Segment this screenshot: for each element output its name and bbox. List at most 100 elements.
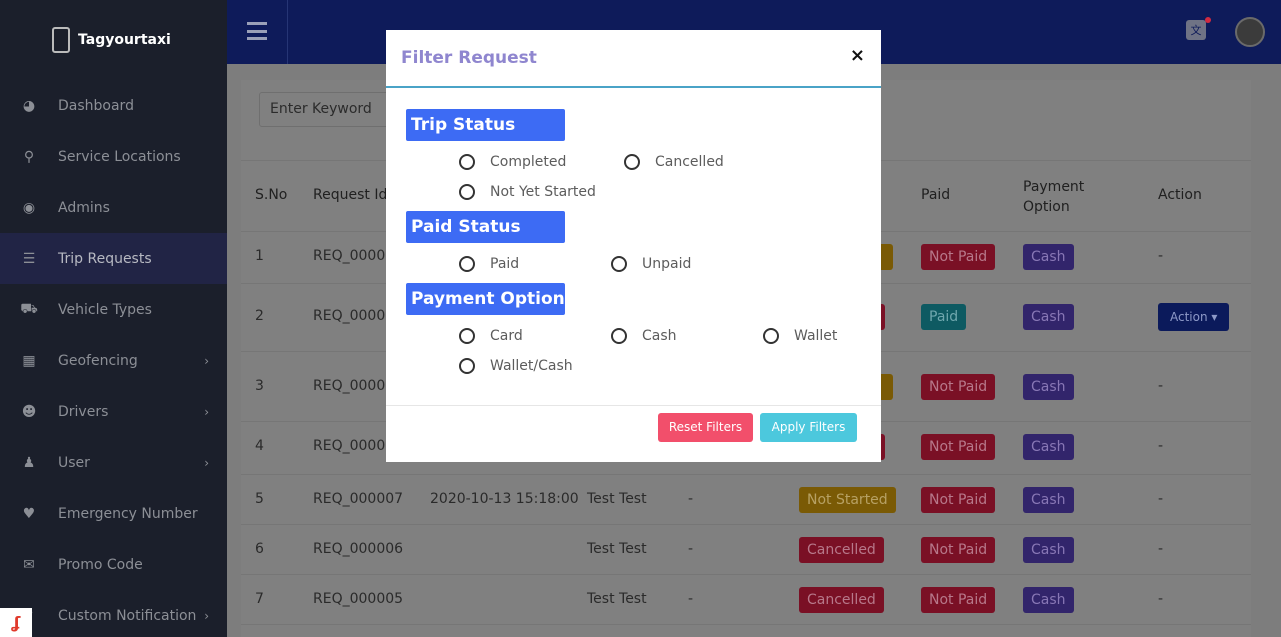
user-circle-icon: ◉ xyxy=(22,199,36,216)
sidebar-item-admins[interactable]: ◉ Admins xyxy=(0,182,227,233)
user-avatar[interactable] xyxy=(1235,17,1265,47)
chevron-right-icon: › xyxy=(204,608,209,623)
action-dropdown-button[interactable]: Action ▾ xyxy=(1158,303,1230,331)
chevron-right-icon: › xyxy=(204,455,209,470)
radio-wallet[interactable]: Wallet xyxy=(763,328,837,344)
cell-sno: 6 xyxy=(255,541,264,557)
cell-request-id: REQ_0000 xyxy=(313,308,386,324)
brand-name: Tagyourtaxi xyxy=(78,32,171,48)
cell-request-id: REQ_0000 xyxy=(313,378,386,394)
reset-filters-button[interactable]: Reset Filters xyxy=(658,413,753,442)
header-action: Action xyxy=(1158,187,1202,203)
radio-circle[interactable] xyxy=(459,328,475,344)
map-icon: ▦ xyxy=(22,352,36,369)
cell-sno: 7 xyxy=(255,591,264,607)
radio-cash[interactable]: Cash xyxy=(611,328,677,344)
sidebar-item-label: Emergency Number xyxy=(58,505,198,522)
cell-request-id: REQ_000007 xyxy=(313,491,404,507)
table-row: 6 REQ_000006 Test Test - Cancelled Not P… xyxy=(241,525,1251,575)
radio-circle[interactable] xyxy=(763,328,779,344)
heartbeat-icon: ♥ xyxy=(22,505,36,522)
radio-circle[interactable] xyxy=(459,256,475,272)
topbar-divider xyxy=(287,0,288,64)
sidebar-item-trip-requests[interactable]: ☰ Trip Requests xyxy=(0,233,227,284)
keyword-search-input[interactable]: Enter Keyword xyxy=(259,92,389,127)
radio-unpaid[interactable]: Unpaid xyxy=(611,256,691,272)
cell-action: - xyxy=(1158,491,1164,507)
sidebar-item-custom-notification[interactable]: ♪ Custom Notification › xyxy=(0,590,227,637)
radio-circle[interactable] xyxy=(459,184,475,200)
modal-footer: Reset Filters Apply Filters xyxy=(386,405,881,462)
chevron-right-icon: › xyxy=(204,353,209,368)
cell-request-id: REQ_0000 xyxy=(313,438,386,454)
radio-completed[interactable]: Completed xyxy=(459,154,566,170)
radio-not-yet-started[interactable]: Not Yet Started xyxy=(459,184,596,200)
dashboard-icon: ◕ xyxy=(22,97,36,114)
header-request-id: Request Id xyxy=(313,187,388,203)
notification-dot xyxy=(1205,17,1211,23)
payment-option-label: Payment Option xyxy=(406,283,565,315)
header-sno: S.No xyxy=(255,187,288,203)
cell-request-id: REQ_000006 xyxy=(313,541,404,557)
cell-date: 2020-10-13 15:18:00 xyxy=(430,491,579,507)
cell-action: - xyxy=(1158,541,1164,557)
cell-request-id: REQ_0000 xyxy=(313,248,386,264)
sidebar-item-label: Trip Requests xyxy=(58,250,152,267)
paid-badge: Paid xyxy=(921,304,967,330)
filter-request-modal: Filter Request × Trip Status Completed C… xyxy=(386,30,881,462)
cell-action: - xyxy=(1158,591,1164,607)
sidebar-item-user[interactable]: ♟ User › xyxy=(0,437,227,488)
cell-action: - xyxy=(1158,248,1164,264)
brand-logo-icon xyxy=(52,27,70,53)
sidebar-item-emergency-number[interactable]: ♥ Emergency Number xyxy=(0,488,227,539)
table-row: 5 REQ_000007 2020-10-13 15:18:00 Test Te… xyxy=(241,475,1251,525)
sidebar-item-label: Custom Notification xyxy=(58,607,197,624)
status-badge: Not Started xyxy=(799,487,896,513)
paid-badge: Not Paid xyxy=(921,434,996,460)
apply-filters-button[interactable]: Apply Filters xyxy=(760,413,857,442)
radio-cancelled[interactable]: Cancelled xyxy=(624,154,724,170)
cell-user: Test Test xyxy=(587,491,647,507)
sidebar-item-promo-code[interactable]: ✉ Promo Code xyxy=(0,539,227,590)
chevron-right-icon: › xyxy=(204,404,209,419)
sidebar-item-label: Geofencing xyxy=(58,352,138,369)
cell-sno: 3 xyxy=(255,378,264,394)
taxi-icon: ⛟ xyxy=(20,300,38,317)
cell-driver: - xyxy=(688,591,694,607)
sidebar-item-drivers[interactable]: ☻ Drivers › xyxy=(0,386,227,437)
cell-request-id: REQ_000005 xyxy=(313,591,404,607)
cell-sno: 2 xyxy=(255,308,264,324)
sidebar-item-vehicle-types[interactable]: ⛟ Vehicle Types xyxy=(0,284,227,335)
paid-badge: Not Paid xyxy=(921,487,996,513)
modal-header: Filter Request × xyxy=(386,30,881,88)
radio-card[interactable]: Card xyxy=(459,328,523,344)
payment-badge: Cash xyxy=(1023,244,1074,270)
radio-wallet-cash[interactable]: Wallet/Cash xyxy=(459,358,573,374)
hamburger-menu-icon[interactable] xyxy=(247,22,267,40)
laravel-logo-icon[interactable]: ʆ xyxy=(0,608,32,637)
paid-status-label: Paid Status xyxy=(406,211,565,243)
radio-circle[interactable] xyxy=(459,154,475,170)
radio-circle[interactable] xyxy=(611,256,627,272)
radio-paid[interactable]: Paid xyxy=(459,256,519,272)
cell-action: - xyxy=(1158,438,1164,454)
trip-status-label: Trip Status xyxy=(406,109,565,141)
close-icon[interactable]: × xyxy=(850,45,865,66)
brand[interactable]: Tagyourtaxi xyxy=(0,0,227,80)
sidebar-item-service-locations[interactable]: ⚲ Service Locations xyxy=(0,131,227,182)
sidebar-item-label: User xyxy=(58,454,90,471)
paid-badge: Not Paid xyxy=(921,587,996,613)
list-icon: ☰ xyxy=(22,250,36,267)
paid-badge: Not Paid xyxy=(921,537,996,563)
location-pin-icon: ⚲ xyxy=(23,148,35,165)
cell-sno: 4 xyxy=(255,438,264,454)
radio-circle[interactable] xyxy=(459,358,475,374)
translate-icon[interactable]: 文 xyxy=(1186,20,1206,40)
sidebar-item-geofencing[interactable]: ▦ Geofencing › xyxy=(0,335,227,386)
payment-badge: Cash xyxy=(1023,434,1074,460)
radio-circle[interactable] xyxy=(624,154,640,170)
sidebar-item-dashboard[interactable]: ◕ Dashboard xyxy=(0,80,227,131)
sidebar-item-label: Drivers xyxy=(58,403,109,420)
radio-circle[interactable] xyxy=(611,328,627,344)
gift-icon: ✉ xyxy=(23,556,35,573)
